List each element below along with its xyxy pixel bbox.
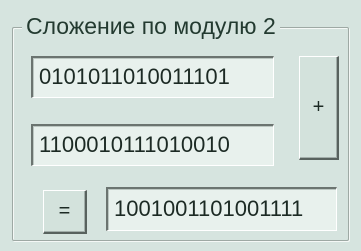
operand-a-field[interactable]: 0101011010011101 (31, 56, 274, 98)
equals-button-label: = (58, 200, 71, 222)
result-field[interactable]: 1001001101001111 (106, 187, 337, 231)
add-button-label: + (312, 96, 325, 118)
equals-button[interactable]: = (43, 190, 87, 234)
group-title: Сложение по модулю 2 (22, 11, 280, 41)
operand-b-field[interactable]: 1100010111010010 (31, 124, 274, 166)
add-button[interactable]: + (299, 56, 339, 160)
